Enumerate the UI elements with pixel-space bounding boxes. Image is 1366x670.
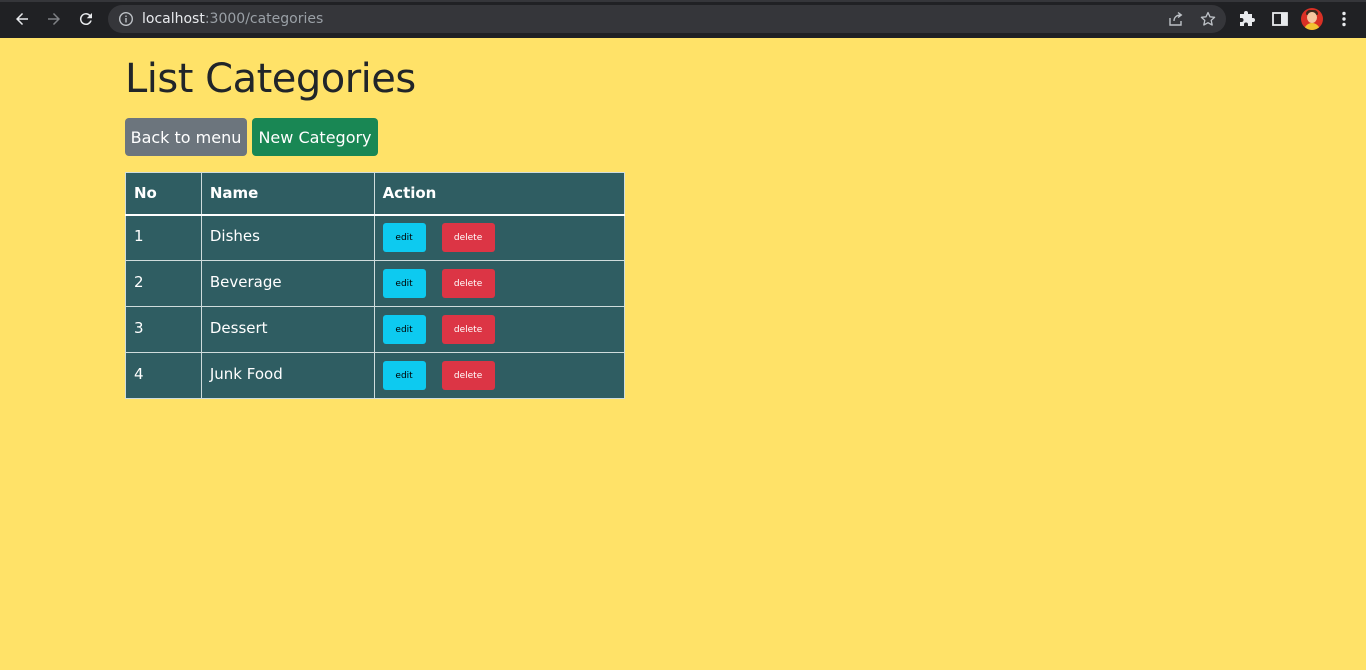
edit-button[interactable]: edit bbox=[382, 223, 426, 253]
new-category-button[interactable]: New Category bbox=[252, 118, 378, 156]
row-no: 3 bbox=[125, 306, 202, 353]
url-text: localhost:3000/categories bbox=[142, 11, 323, 27]
table-row: 2 Beverage edit delete bbox=[125, 260, 626, 307]
row-no: 1 bbox=[125, 214, 202, 261]
row-name: Junk Food bbox=[200, 352, 375, 399]
row-actions: edit delete bbox=[373, 306, 626, 353]
row-name: Dessert bbox=[200, 306, 375, 353]
edit-button[interactable]: edit bbox=[382, 269, 426, 298]
back-arrow-icon[interactable] bbox=[10, 8, 34, 30]
share-icon[interactable] bbox=[1168, 11, 1184, 27]
table-row: 1 Dishes edit delete bbox=[125, 214, 626, 261]
star-icon[interactable] bbox=[1200, 11, 1216, 27]
table-row: 3 Dessert edit delete bbox=[125, 306, 626, 353]
edit-button[interactable]: edit bbox=[382, 315, 426, 344]
row-no: 4 bbox=[125, 352, 202, 399]
delete-button[interactable]: delete bbox=[441, 269, 495, 298]
url-path: :3000/categories bbox=[204, 11, 324, 27]
delete-button[interactable]: delete bbox=[441, 315, 495, 344]
row-actions: edit delete bbox=[373, 214, 626, 261]
browser-toolbar: localhost:3000/categories bbox=[0, 0, 1366, 38]
delete-button[interactable]: delete bbox=[441, 223, 495, 253]
more-menu-icon[interactable] bbox=[1334, 9, 1354, 29]
categories-table: No Name Action 1 Dishes edit delete 2 Bev… bbox=[125, 172, 626, 399]
tab-strip-edge bbox=[0, 0, 1366, 2]
row-no: 2 bbox=[125, 260, 202, 307]
header-name: Name bbox=[200, 172, 375, 216]
profile-avatar[interactable] bbox=[1301, 8, 1323, 30]
back-to-menu-button[interactable]: Back to menu bbox=[125, 118, 247, 156]
extensions-icon[interactable] bbox=[1238, 9, 1258, 29]
row-name: Beverage bbox=[200, 260, 375, 307]
table-header-row: No Name Action bbox=[125, 172, 626, 216]
avatar-shirt bbox=[1304, 23, 1320, 30]
table-row: 4 Junk Food edit delete bbox=[125, 352, 626, 399]
header-action: Action bbox=[373, 172, 626, 216]
page-title: List Categories bbox=[125, 56, 416, 102]
url-host: localhost bbox=[142, 11, 205, 27]
avatar-face bbox=[1307, 12, 1317, 23]
row-actions: edit delete bbox=[373, 352, 626, 399]
info-icon[interactable] bbox=[118, 11, 134, 27]
address-bar[interactable]: localhost:3000/categories bbox=[108, 5, 1226, 33]
row-actions: edit delete bbox=[373, 260, 626, 307]
edit-button[interactable]: edit bbox=[382, 361, 426, 390]
reload-icon[interactable] bbox=[74, 8, 98, 30]
side-panel-icon[interactable] bbox=[1270, 9, 1290, 29]
delete-button[interactable]: delete bbox=[441, 361, 495, 390]
header-no: No bbox=[125, 172, 202, 216]
row-name: Dishes bbox=[200, 214, 375, 261]
forward-arrow-icon[interactable] bbox=[42, 8, 66, 30]
